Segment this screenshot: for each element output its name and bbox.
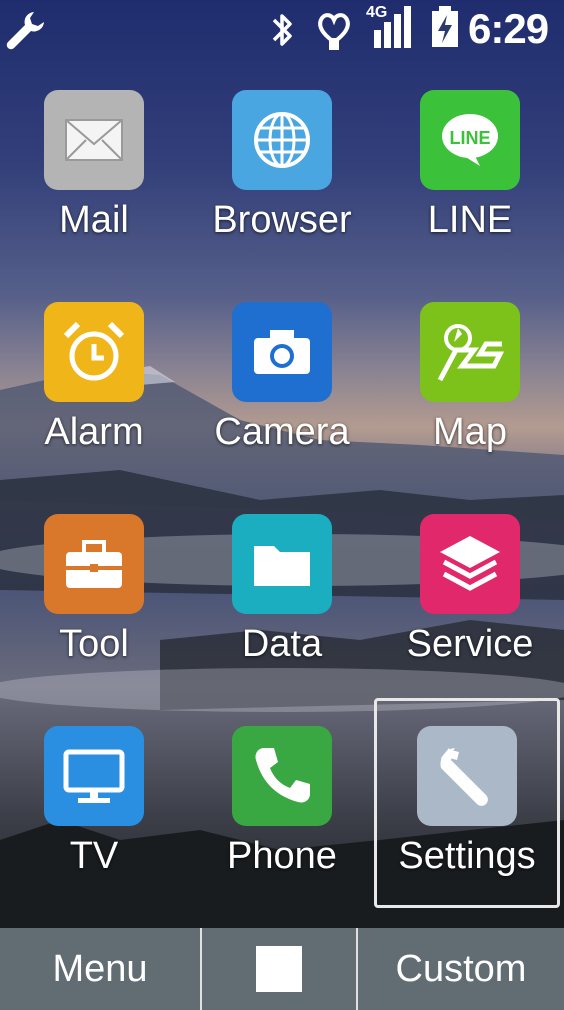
app-map[interactable]: Map xyxy=(376,292,564,504)
app-label: TV xyxy=(69,835,119,877)
app-service[interactable]: Service xyxy=(376,504,564,716)
globe-icon xyxy=(232,90,332,190)
menu-button[interactable]: Menu xyxy=(0,928,202,1010)
status-bar: 4G 6:29 xyxy=(0,0,564,60)
app-label: Data xyxy=(241,623,323,665)
app-label: Settings xyxy=(398,835,536,877)
app-browser[interactable]: Browser xyxy=(188,80,376,292)
app-label: Browser xyxy=(212,199,352,241)
toolbox-icon xyxy=(44,514,144,614)
app-label: Phone xyxy=(227,835,337,877)
app-data[interactable]: Data xyxy=(188,504,376,716)
line-icon-text: LINE xyxy=(449,128,490,148)
line-icon: LINE xyxy=(420,90,520,190)
app-tool[interactable]: Tool xyxy=(0,504,188,716)
phone-icon xyxy=(232,726,332,826)
app-label: Mail xyxy=(59,199,129,241)
wrench-icon xyxy=(6,12,45,50)
app-alarm[interactable]: Alarm xyxy=(0,292,188,504)
app-line[interactable]: LINE LINE xyxy=(376,80,564,292)
navigation-bar: Menu Custom xyxy=(0,928,564,1010)
app-phone[interactable]: Phone xyxy=(188,716,376,928)
app-label: Tool xyxy=(59,623,129,665)
app-label: Alarm xyxy=(44,411,144,453)
app-label: Service xyxy=(406,623,534,665)
tv-icon xyxy=(44,726,144,826)
alarm-clock-icon xyxy=(44,302,144,402)
app-label: LINE xyxy=(427,199,513,241)
home-button[interactable] xyxy=(202,928,358,1010)
clock-time: 6:29 xyxy=(468,5,549,52)
battery-charging-icon xyxy=(432,6,458,47)
cellular-signal-icon: 4G xyxy=(364,4,418,50)
bluetooth-icon xyxy=(272,14,292,46)
app-settings[interactable]: Settings xyxy=(374,698,560,908)
map-icon xyxy=(420,302,520,402)
app-label: Map xyxy=(433,411,507,453)
wrench-icon xyxy=(417,726,517,826)
health-heart-icon xyxy=(318,13,350,50)
custom-button[interactable]: Custom xyxy=(358,928,564,1010)
app-tv[interactable]: TV xyxy=(0,716,188,928)
mail-icon xyxy=(44,90,144,190)
app-mail[interactable]: Mail xyxy=(0,80,188,292)
layers-icon xyxy=(420,514,520,614)
home-square-icon xyxy=(256,946,302,992)
camera-icon xyxy=(232,302,332,402)
app-camera[interactable]: Camera xyxy=(188,292,376,504)
app-label: Camera xyxy=(214,411,350,453)
folder-icon xyxy=(232,514,332,614)
